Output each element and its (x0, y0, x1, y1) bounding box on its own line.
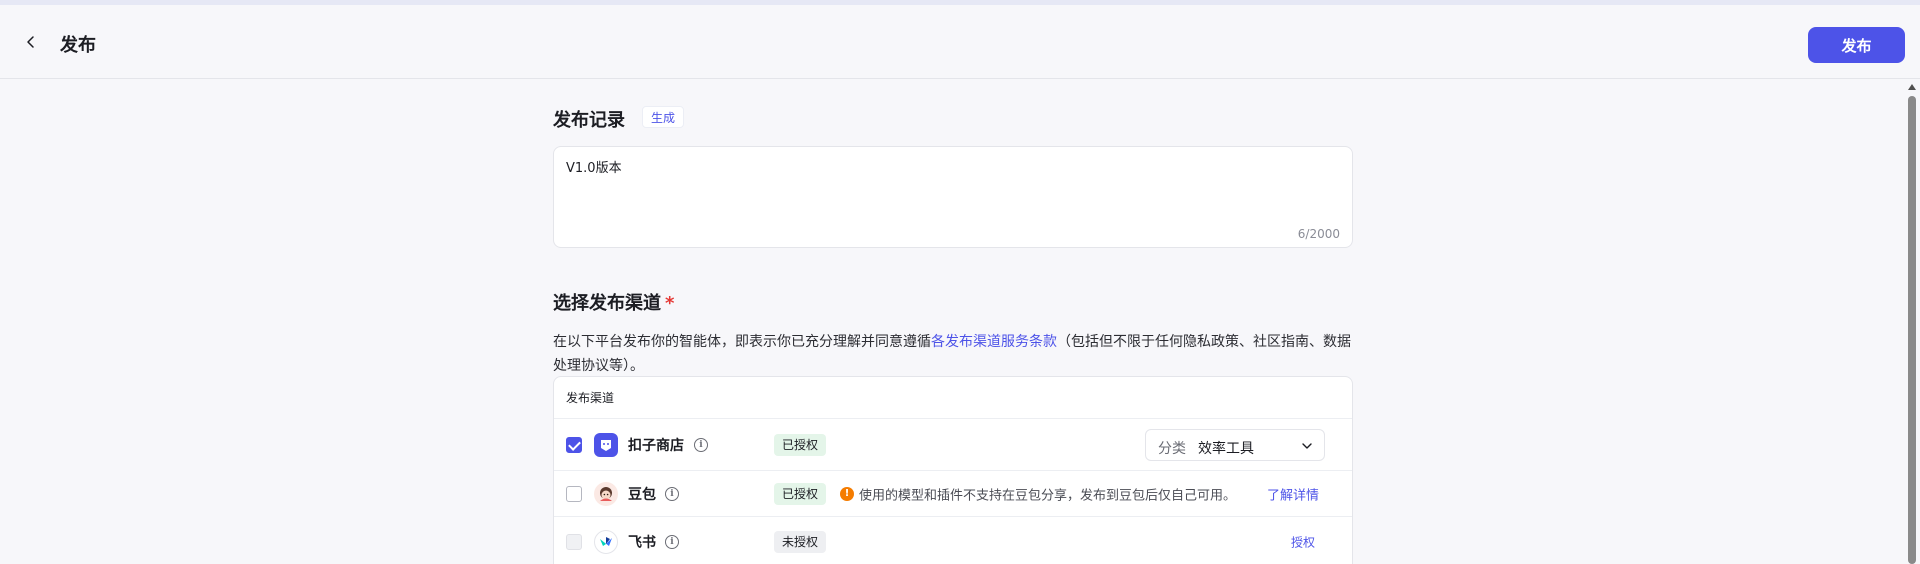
status-badge: 未授权 (774, 530, 827, 553)
channel-name: 豆包 (628, 486, 656, 503)
doubao-checkbox[interactable] (566, 485, 582, 502)
doubao-icon (594, 481, 618, 506)
channel-name: 飞书 (628, 534, 656, 551)
feishu-checkbox (566, 533, 582, 550)
back-button[interactable] (20, 31, 42, 53)
channel-row-doubao: 豆包 i 已授权 ! 使用的模型和插件不支持在豆包分享，发布到豆包后仅自己可用。… (554, 471, 1352, 517)
page-header: 发布 发布 (0, 5, 1920, 79)
table-header: 发布渠道 (554, 377, 1352, 419)
coze-store-checkbox[interactable] (566, 436, 582, 453)
chevron-left-icon (27, 36, 34, 48)
channel-section-label: 选择发布渠道 (553, 293, 661, 314)
category-value: 效率工具 (1198, 440, 1254, 457)
category-select[interactable]: 分类 效率工具 (1145, 428, 1325, 461)
record-section-title: 发布记录 (553, 110, 625, 131)
coze-store-icon (594, 432, 618, 457)
record-text: V1.0版本 (566, 161, 622, 176)
warning-text: 使用的模型和插件不支持在豆包分享，发布到豆包后仅自己可用。 (859, 488, 1237, 503)
generate-button[interactable]: 生成 (642, 106, 685, 128)
status-badge: 已授权 (774, 482, 827, 505)
record-textarea[interactable]: V1.0版本 6/2000 (553, 146, 1353, 248)
desc-text-before: 在以下平台发布你的智能体，即表示你已充分理解并同意遵循 (553, 334, 931, 350)
scroll-up-arrow-icon[interactable] (1908, 84, 1916, 90)
chevron-down-icon (1302, 442, 1312, 449)
category-label: 分类 (1158, 440, 1186, 457)
publish-button[interactable]: 发布 (1808, 27, 1905, 63)
channel-name: 扣子商店 (628, 437, 684, 454)
info-icon[interactable]: i (694, 437, 708, 452)
authorize-link[interactable]: 授权 (1291, 533, 1315, 550)
scrollbar-thumb[interactable] (1908, 96, 1916, 564)
status-badge: 已授权 (774, 433, 827, 456)
page-title: 发布 (60, 35, 96, 56)
channel-row-coze-store: 扣子商店 i 已授权 分类 效率工具 (554, 419, 1352, 471)
channel-section-title: 选择发布渠道 * (553, 289, 674, 315)
channel-row-feishu: 飞书 i 未授权 授权 (554, 517, 1352, 564)
char-counter: 6/2000 (1297, 227, 1340, 241)
info-icon[interactable]: i (665, 534, 679, 549)
terms-description: 在以下平台发布你的智能体，即表示你已充分理解并同意遵循各发布渠道服务条款（包括但… (553, 330, 1353, 378)
terms-link[interactable]: 各发布渠道服务条款 (931, 334, 1057, 350)
required-mark: * (665, 293, 675, 314)
warning-icon: ! (840, 486, 854, 501)
learn-more-link[interactable]: 了解详情 (1267, 484, 1319, 503)
feishu-icon (594, 529, 618, 554)
info-icon[interactable]: i (665, 486, 679, 501)
channel-table: 发布渠道 扣子商店 i 已授权 分类 效率工具 豆包 i 已授权 ! 使用的模型… (553, 376, 1353, 564)
